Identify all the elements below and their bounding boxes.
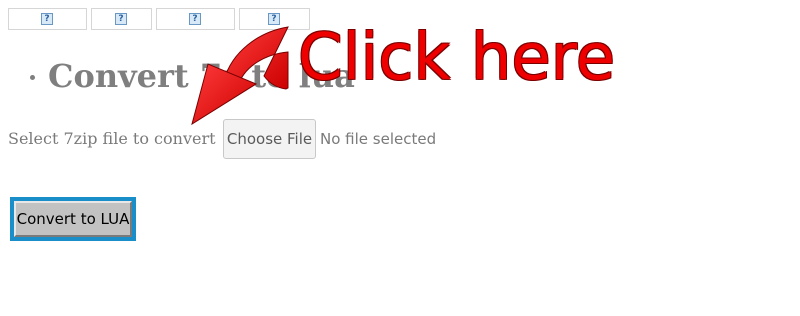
arrow-head <box>191 63 258 126</box>
convert-to-lua-button[interactable]: Convert to LUA <box>14 201 132 237</box>
list-bullet <box>30 75 35 80</box>
image-tab-2[interactable]: ? <box>91 8 152 30</box>
click-here-annotation: Click here <box>298 21 616 95</box>
file-status-text: No file selected <box>320 130 437 148</box>
image-tab-1[interactable]: ? <box>8 8 87 30</box>
curved-red-arrow-icon <box>191 26 289 126</box>
convert-button-focus-ring: Convert to LUA <box>10 197 136 241</box>
broken-image-icon: ? <box>41 13 53 25</box>
broken-image-icon: ? <box>115 13 127 25</box>
